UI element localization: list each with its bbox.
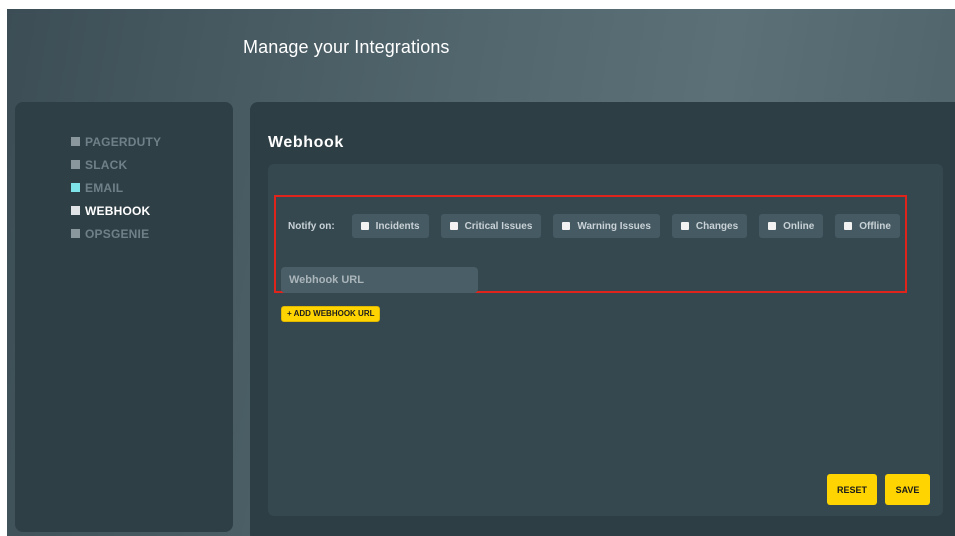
notify-label: Notify on: bbox=[288, 220, 335, 232]
checkbox-label: Changes bbox=[695, 220, 739, 232]
square-bullet-icon bbox=[71, 137, 80, 146]
sidebar-item-slack[interactable]: SLACK bbox=[71, 153, 161, 176]
square-bullet-icon bbox=[71, 183, 80, 192]
reset-button[interactable]: RESET bbox=[827, 474, 877, 505]
notify-options-row: Notify on: Incidents Critical Issues War… bbox=[288, 214, 900, 238]
integration-list: PAGERDUTY SLACK EMAIL WEBHOOK OPSGENIE bbox=[71, 130, 161, 245]
square-bullet-icon bbox=[71, 160, 80, 169]
sidebar-item-label: WEBHOOK bbox=[85, 203, 151, 218]
checkbox-icon bbox=[449, 222, 458, 230]
square-bullet-icon bbox=[71, 229, 80, 238]
page-title: Manage your Integrations bbox=[243, 37, 450, 57]
sidebar-item-label: PAGERDUTY bbox=[85, 134, 162, 149]
sidebar-item-label: EMAIL bbox=[85, 180, 124, 195]
notify-critical-issues-checkbox[interactable]: Critical Issues bbox=[440, 214, 542, 238]
checkbox-icon bbox=[680, 222, 689, 230]
notify-incidents-checkbox[interactable]: Incidents bbox=[351, 214, 429, 238]
sidebar-item-label: OPSGENIE bbox=[85, 226, 150, 241]
sidebar-item-pagerduty[interactable]: PAGERDUTY bbox=[71, 130, 161, 153]
main-panel: Webhook Notify on: Incidents Critical Is… bbox=[250, 102, 955, 536]
sidebar-item-label: SLACK bbox=[85, 157, 128, 172]
add-webhook-url-button[interactable]: + ADD WEBHOOK URL bbox=[281, 306, 381, 322]
checkbox-icon bbox=[844, 222, 853, 230]
sidebar-item-webhook[interactable]: WEBHOOK bbox=[71, 199, 161, 222]
webhook-url-input[interactable] bbox=[281, 267, 478, 293]
notify-changes-checkbox[interactable]: Changes bbox=[671, 214, 748, 238]
sidebar-item-email[interactable]: EMAIL bbox=[71, 176, 161, 199]
sidebar-item-opsgenie[interactable]: OPSGENIE bbox=[71, 222, 161, 245]
checkbox-label: Offline bbox=[859, 220, 891, 232]
section-title: Webhook bbox=[268, 134, 344, 151]
checkbox-icon bbox=[360, 222, 369, 230]
checkbox-label: Online bbox=[783, 220, 815, 232]
checkbox-icon bbox=[768, 222, 777, 230]
notify-warning-issues-checkbox[interactable]: Warning Issues bbox=[553, 214, 660, 238]
notify-online-checkbox[interactable]: Online bbox=[759, 214, 824, 238]
checkbox-icon bbox=[562, 222, 571, 230]
checkbox-label: Incidents bbox=[375, 220, 420, 232]
notify-offline-checkbox[interactable]: Offline bbox=[835, 214, 900, 238]
sidebar: PAGERDUTY SLACK EMAIL WEBHOOK OPSGENIE bbox=[15, 102, 233, 532]
checkbox-label: Critical Issues bbox=[464, 220, 533, 232]
checkbox-label: Warning Issues bbox=[577, 220, 651, 232]
square-bullet-icon bbox=[71, 206, 80, 215]
integrations-app: Manage your Integrations PAGERDUTY SLACK… bbox=[7, 9, 955, 536]
webhook-settings-card: Notify on: Incidents Critical Issues War… bbox=[268, 164, 943, 516]
save-button[interactable]: SAVE bbox=[885, 474, 930, 505]
